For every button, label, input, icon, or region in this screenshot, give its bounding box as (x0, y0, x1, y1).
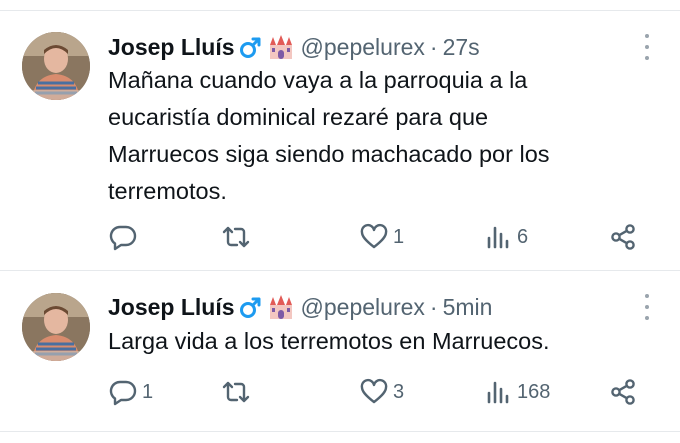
heart-icon (359, 377, 389, 407)
reply-button[interactable]: 1 (108, 377, 153, 407)
tweet-text-line: Larga vida a los terremotos en Marruecos… (108, 328, 550, 354)
castle-icon (267, 293, 295, 321)
reply-count: 1 (142, 380, 154, 403)
action-bar: 1 6 (108, 222, 644, 252)
separator: · (429, 33, 438, 60)
male-sign-icon (239, 35, 263, 59)
reply-button[interactable] (108, 222, 142, 252)
avatar[interactable] (22, 32, 90, 100)
retweet-icon (220, 377, 252, 407)
heart-icon (359, 222, 389, 252)
like-button[interactable]: 1 (359, 222, 404, 252)
tweet-text-line: eucaristía dominical rezaré para que (108, 104, 489, 130)
like-count: 3 (393, 380, 405, 403)
views-button[interactable]: 6 (485, 222, 528, 252)
view-count: 168 (517, 380, 551, 403)
share-icon (608, 222, 638, 252)
tweet[interactable]: Josep Lluís @pepelurex · 27s Mañana cuan… (0, 0, 680, 270)
share-icon (608, 377, 638, 407)
tweet-text-line: Mañana cuando vaya a la parroquia a la (108, 67, 528, 93)
retweet-button[interactable] (220, 222, 256, 252)
reply-icon (108, 377, 138, 407)
views-button[interactable]: 168 (485, 377, 550, 407)
share-button[interactable] (608, 377, 638, 407)
view-count: 6 (517, 225, 529, 248)
reply-icon (108, 222, 138, 252)
retweet-button[interactable] (220, 377, 256, 407)
share-button[interactable] (608, 222, 638, 252)
tweet-header: Josep Lluís @pepelurex · 5min (108, 292, 492, 322)
author-handle[interactable]: @pepelurex (301, 34, 425, 61)
views-icon (485, 377, 513, 407)
retweet-icon (220, 222, 252, 252)
views-icon (485, 222, 513, 252)
tweet-text-line: terremotos. (108, 178, 227, 204)
action-bar: 1 3 168 (108, 377, 644, 407)
separator: · (429, 293, 438, 320)
timestamp[interactable]: 5min (443, 294, 493, 321)
tweet-text: Mañana cuando vaya a la parroquia a la e… (108, 62, 648, 210)
tweet-text-line: Marruecos siga siendo machacado por los (108, 141, 550, 167)
author-handle[interactable]: @pepelurex (301, 294, 425, 321)
more-options-icon[interactable] (644, 294, 650, 320)
avatar[interactable] (22, 293, 90, 361)
timestamp[interactable]: 27s (443, 34, 480, 61)
tweet[interactable]: Josep Lluís @pepelurex · 5min Larga vida… (0, 271, 680, 431)
author-name[interactable]: Josep Lluís (108, 294, 235, 321)
like-count: 1 (393, 225, 405, 248)
author-name[interactable]: Josep Lluís (108, 34, 235, 61)
more-options-icon[interactable] (644, 34, 650, 60)
male-sign-icon (239, 295, 263, 319)
like-button[interactable]: 3 (359, 377, 404, 407)
bottom-divider (0, 431, 680, 432)
tweet-text: Larga vida a los terremotos en Marruecos… (108, 323, 648, 360)
tweet-header: Josep Lluís @pepelurex · 27s (108, 32, 480, 62)
castle-icon (267, 33, 295, 61)
